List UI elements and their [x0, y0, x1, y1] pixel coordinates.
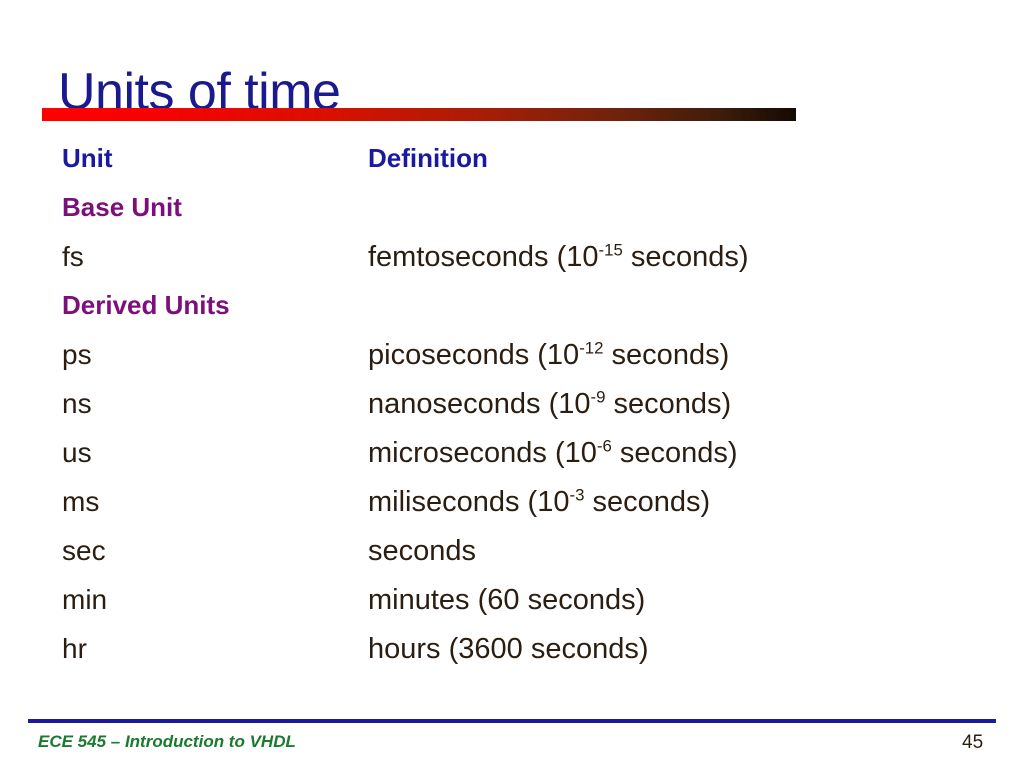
unit-definition: microseconds (10-6 seconds) — [368, 437, 738, 470]
unit-definition: nanoseconds (10-9 seconds) — [368, 388, 731, 421]
table-row: ms miliseconds (10-3 seconds) — [0, 486, 1024, 535]
definition-text: minutes (60 seconds) — [368, 584, 646, 616]
table-row: ps picoseconds (10-12 seconds) — [0, 339, 1024, 388]
definition-text: miliseconds (10 — [368, 486, 570, 518]
definition-text: femtoseconds (10 — [368, 241, 599, 273]
definition-text: hours (3600 seconds) — [368, 633, 649, 665]
definition-text: picoseconds (10 — [368, 339, 580, 371]
definition-text-suffix: seconds) — [605, 388, 732, 420]
table-row: fs femtoseconds (10-15 seconds) — [0, 241, 1024, 290]
unit-definition: seconds — [368, 535, 476, 568]
table-row: ns nanoseconds (10-9 seconds) — [0, 388, 1024, 437]
definition-text: Definition — [368, 143, 488, 173]
footer-divider — [28, 719, 996, 723]
definition-text-suffix: seconds) — [611, 437, 738, 469]
table-row: Derived Units — [0, 290, 1024, 339]
unit-abbreviation: sec — [62, 535, 106, 566]
table-row: min minutes (60 seconds) — [0, 584, 1024, 633]
table-row: hr hours (3600 seconds) — [0, 633, 1024, 682]
unit-definition: hours (3600 seconds) — [368, 633, 649, 666]
table-row: Unit Definition — [0, 143, 1024, 192]
table-row: Base Unit — [0, 192, 1024, 241]
definition-exponent: -6 — [596, 436, 612, 456]
footer-course-label: ECE 545 – Introduction to VHDL — [38, 732, 296, 751]
slide: Units of time Unit Definition Base Unit fs f… — [0, 0, 1024, 768]
definition-exponent: -3 — [569, 485, 585, 505]
title-divider — [42, 108, 796, 121]
column-header-definition: Definition — [368, 143, 488, 174]
definition-exponent: -15 — [598, 240, 623, 260]
definition-text-suffix: seconds) — [584, 486, 711, 518]
unit-definition: minutes (60 seconds) — [368, 584, 645, 617]
unit-abbreviation: min — [62, 584, 108, 615]
unit-group-label: Base Unit — [62, 192, 182, 222]
unit-group-label: Derived Units — [62, 290, 230, 320]
column-header-unit: Unit — [62, 143, 113, 173]
unit-abbreviation: ms — [62, 486, 100, 517]
table-row: sec seconds — [0, 535, 1024, 584]
unit-abbreviation: us — [62, 437, 92, 468]
table-row: us microseconds (10-6 seconds) — [0, 437, 1024, 486]
unit-abbreviation: ps — [62, 339, 92, 370]
unit-abbreviation: ns — [62, 388, 92, 419]
unit-definition: picoseconds (10-12 seconds) — [368, 339, 729, 372]
definition-exponent: -12 — [579, 338, 604, 358]
units-table: Unit Definition Base Unit fs femtoseconds (1… — [0, 143, 1024, 682]
unit-abbreviation: hr — [62, 633, 87, 664]
definition-text: microseconds (10 — [368, 437, 597, 469]
unit-definition: femtoseconds (10-15 seconds) — [368, 241, 749, 274]
definition-text: nanoseconds (10 — [368, 388, 591, 420]
slide-page-number: 45 — [962, 732, 984, 753]
definition-text: seconds — [368, 535, 477, 567]
definition-text-suffix: seconds) — [603, 339, 730, 371]
definition-exponent: -9 — [590, 387, 606, 407]
unit-abbreviation: fs — [62, 241, 84, 272]
unit-definition: miliseconds (10-3 seconds) — [368, 486, 710, 519]
definition-text-suffix: seconds) — [622, 241, 749, 273]
